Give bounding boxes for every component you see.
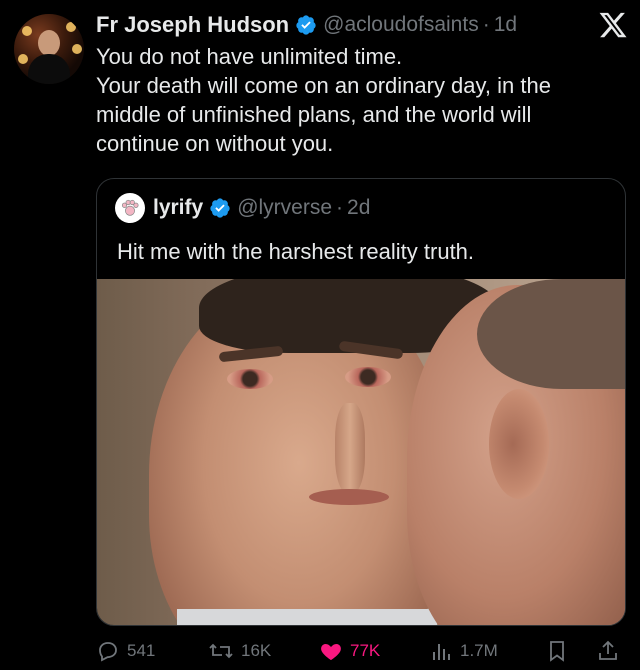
quoted-tweet-time[interactable]: 2d <box>347 196 370 220</box>
tweet-text-line: middle of unfinished plans, and the worl… <box>96 102 532 127</box>
verified-badge-icon <box>210 198 230 218</box>
like-count: 77K <box>350 641 381 660</box>
paw-icon <box>121 199 139 216</box>
like-button[interactable]: 77K <box>319 636 380 666</box>
view-count: 1.7M <box>460 641 498 660</box>
author-handle[interactable]: @acloudofsaints <box>323 13 479 37</box>
tweet-header: Fr Joseph Hudson @acloudofsaints · 1d <box>96 10 517 40</box>
views-icon <box>433 644 450 660</box>
repost-count: 16K <box>241 641 272 660</box>
tweet-text-line: Your death will come on an ordinary day,… <box>96 73 551 98</box>
repost-icon <box>209 643 233 659</box>
quoted-author-avatar[interactable] <box>115 193 145 223</box>
heart-icon <box>321 644 341 660</box>
share-icon <box>599 640 617 660</box>
quoted-tweet[interactable]: lyrify @lyrverse · 2d Hit me with the ha… <box>96 178 626 626</box>
tweet-text-line: continue on without you. <box>96 131 334 156</box>
quoted-tweet-text: Hit me with the harshest reality truth. <box>117 239 475 264</box>
quoted-tweet-image[interactable] <box>97 279 625 625</box>
x-logo-icon <box>599 12 627 38</box>
quoted-author-handle[interactable]: @lyrverse <box>237 196 332 220</box>
tweet-time[interactable]: 1d <box>494 13 517 37</box>
quoted-tweet-header: lyrify @lyrverse · 2d <box>115 193 370 223</box>
tweet-action-bar: 541 16K 77K 1.7M <box>96 636 626 666</box>
reply-icon <box>99 642 117 662</box>
meta-separator: · <box>482 13 490 36</box>
reply-button[interactable]: 541 <box>96 636 155 666</box>
tweet-text: You do not have unlimited time. Your dea… <box>96 42 616 158</box>
meta-separator: · <box>336 196 344 219</box>
repost-button[interactable]: 16K <box>208 636 271 666</box>
bookmark-button[interactable] <box>546 636 575 666</box>
quoted-author-name[interactable]: lyrify <box>153 196 203 220</box>
share-button[interactable] <box>596 636 627 666</box>
tweet-text-line: You do not have unlimited time. <box>96 44 403 69</box>
author-avatar[interactable] <box>14 14 84 84</box>
reply-count: 541 <box>127 641 156 660</box>
bookmark-icon <box>550 641 564 662</box>
views-button[interactable]: 1.7M <box>431 636 498 666</box>
author-name[interactable]: Fr Joseph Hudson <box>96 12 289 38</box>
verified-badge-icon <box>296 15 316 35</box>
